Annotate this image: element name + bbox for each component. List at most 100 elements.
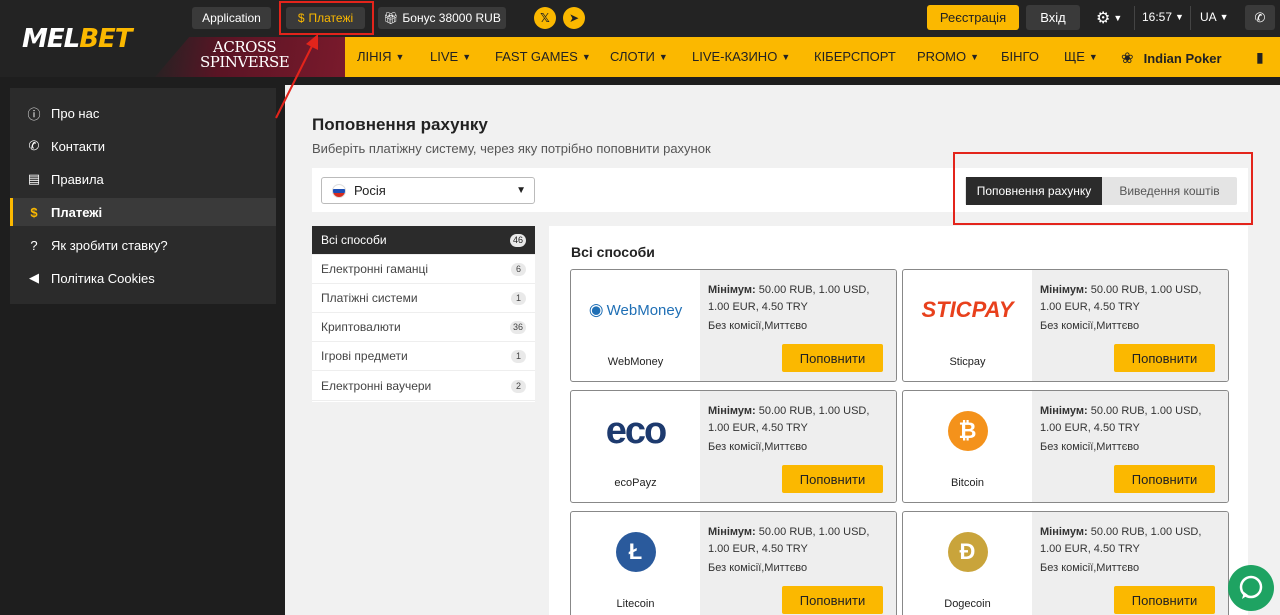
nav-label: КІБЕРСПОРТ <box>814 49 896 64</box>
document-icon: ▤ <box>27 171 41 186</box>
bonus-button[interactable]: 🎁︎ Бонус 38000 RUB <box>378 7 506 29</box>
deposit-button[interactable]: Поповнити <box>782 465 883 493</box>
method-name: ecoPayz <box>614 477 657 489</box>
method-card-webmoney[interactable]: ◉ WebMoney WebMoney Мінімум: 50.00 RUB, 1… <box>570 269 897 382</box>
category-crypto[interactable]: Криптовалюти 36 <box>312 313 535 342</box>
sidebar-item-label: Контакти <box>51 138 106 154</box>
sidebar-item-payments[interactable]: $ Платежі <box>10 198 276 226</box>
nav-item-fast-games[interactable]: FAST GAMES ▼ <box>495 49 591 64</box>
chevron-down-icon: ▼ <box>1113 13 1123 23</box>
deposit-button[interactable]: Поповнити <box>1114 586 1215 614</box>
category-e-vouchers[interactable]: Електронні ваучери 2 <box>312 372 535 401</box>
sidebar-item-label: Платежі <box>51 204 103 220</box>
method-card-dogecoin[interactable]: Ð Dogecoin Мінімум: 50.00 RUB, 1.00 USD,… <box>902 511 1229 615</box>
country-select[interactable]: Росія ▼ <box>321 177 535 204</box>
method-name: WebMoney <box>607 356 664 368</box>
chat-button[interactable] <box>1228 565 1274 611</box>
divider <box>1134 6 1135 30</box>
phone-button[interactable]: ✆ <box>1245 5 1275 30</box>
nav-item-live-casino[interactable]: LIVE-КАЗИНО ▼ <box>692 49 790 64</box>
category-payment-systems[interactable]: Платіжні системи 1 <box>312 284 535 313</box>
method-fee: Без комісії,Миттєво <box>708 562 808 574</box>
sidebar-item-cookies[interactable]: ◀ Політика Cookies <box>10 264 276 292</box>
method-card-sticpay[interactable]: STICPAY Sticpay Мінімум: 50.00 RUB, 1.00… <box>902 269 1229 382</box>
sidebar-item-rules[interactable]: ▤ Правила <box>10 165 276 193</box>
brand-logo[interactable]: MELBET <box>22 24 133 54</box>
chevron-down-icon: ▼ <box>462 51 472 62</box>
nav-item-live[interactable]: LIVE ▼ <box>430 49 471 64</box>
divider <box>1190 6 1191 30</box>
deposit-button[interactable]: Поповнити <box>782 586 883 614</box>
chat-bubble-icon <box>1239 575 1263 599</box>
deposit-button[interactable]: Поповнити <box>782 344 883 372</box>
application-button[interactable]: Application <box>192 7 271 29</box>
sidebar-item-label: Про нас <box>51 105 100 121</box>
category-e-wallets[interactable]: Електронні гаманці 6 <box>312 255 535 284</box>
logo-text: STICPAY <box>921 297 1014 322</box>
method-fee: Без комісії,Миттєво <box>1040 562 1140 574</box>
category-label: Ігрові предмети <box>321 349 408 363</box>
language-label: UA <box>1200 10 1217 24</box>
method-card-ecopayz[interactable]: eco ecoPayz Мінімум: 50.00 RUB, 1.00 USD… <box>570 390 897 503</box>
chevron-down-icon: ▼ <box>395 51 405 62</box>
nav-item-slots[interactable]: СЛОТИ ▼ <box>610 49 668 64</box>
dollar-icon: $ <box>30 204 38 220</box>
gift-icon: 🎁︎ <box>383 11 399 25</box>
method-minimum: Мінімум: 50.00 RUB, 1.00 USD, 1.00 EUR, … <box>708 403 890 437</box>
nav-item-esports[interactable]: КІБЕРСПОРТ <box>814 49 896 64</box>
nav-label: LIVE <box>430 49 459 64</box>
bitcoin-icon: ₿ <box>947 411 988 451</box>
lotus-icon: ❀ <box>1121 50 1134 67</box>
method-minimum: Мінімум: 50.00 RUB, 1.00 USD, 1.00 EUR, … <box>1040 282 1222 316</box>
chevron-down-icon: ▼ <box>1175 12 1184 22</box>
category-label: Криптовалюти <box>321 320 401 334</box>
russia-flag-icon <box>332 183 346 198</box>
sidebar-item-contacts[interactable]: ✆ Контакти <box>10 132 276 160</box>
method-card-bitcoin[interactable]: ₿ Bitcoin Мінімум: 50.00 RUB, 1.00 USD, … <box>902 390 1229 503</box>
sidebar-item-label: Як зробити ставку? <box>51 237 168 253</box>
language-selector[interactable]: UA ▼ <box>1200 10 1229 24</box>
methods-title: Всі способи <box>571 244 655 260</box>
chevron-down-icon: ▼ <box>516 185 526 196</box>
category-count: 36 <box>509 320 526 334</box>
webmoney-logo: ◉ WebMoney <box>571 280 700 340</box>
settings-icon[interactable]: ⚙ ▼ <box>1096 8 1122 28</box>
method-card-litecoin[interactable]: Ł Litecoin Мінімум: 50.00 RUB, 1.00 USD,… <box>570 511 897 615</box>
sidebar-item-about[interactable]: ⓘ Про нас <box>10 99 276 127</box>
login-button[interactable]: Вхід <box>1026 5 1080 30</box>
nav-label: LIVE-КАЗИНО <box>692 49 778 64</box>
sidebar-item-label: Правила <box>51 171 104 187</box>
dogecoin-icon: Ð <box>947 532 988 572</box>
nav-label: БІНГО <box>1001 49 1039 64</box>
x-social-icon[interactable]: 𝕏 <box>534 7 556 29</box>
litecoin-logo: Ł <box>571 522 700 582</box>
telegram-icon[interactable]: ➤ <box>563 7 585 29</box>
nav-item-more[interactable]: ЩЕ ▼ <box>1064 49 1098 64</box>
category-all[interactable]: Всі способи 46 <box>312 226 535 255</box>
category-game-items[interactable]: Ігрові предмети 1 <box>312 342 535 371</box>
nav-item-bingo[interactable]: БІНГО <box>1001 49 1039 64</box>
deposit-button[interactable]: Поповнити <box>1114 344 1215 372</box>
nav-item-line[interactable]: ЛІНІЯ ▼ <box>357 49 404 64</box>
method-fee: Без комісії,Миттєво <box>708 441 808 453</box>
register-button[interactable]: Реєстрація <box>927 5 1019 30</box>
info-icon: ⓘ <box>27 106 41 122</box>
nav-item-indian-poker[interactable]: ❀ Indian Poker <box>1121 49 1222 67</box>
min-label: Мінімум: <box>1040 405 1088 417</box>
phone-icon: ✆ <box>1254 9 1266 25</box>
time-selector[interactable]: 16:57 ▼ <box>1142 10 1184 24</box>
nav-label: Indian Poker <box>1143 50 1222 66</box>
deposit-button[interactable]: Поповнити <box>1114 465 1215 493</box>
question-icon: ? <box>30 237 38 253</box>
chevron-down-icon: ▼ <box>970 51 980 62</box>
category-count: 1 <box>511 291 526 305</box>
sidebar-item-how-to-bet[interactable]: ? Як зробити ставку? <box>10 231 276 259</box>
min-label: Мінімум: <box>708 526 756 538</box>
nav-item-promo[interactable]: PROMO ▼ <box>917 49 979 64</box>
method-minimum: Мінімум: 50.00 RUB, 1.00 USD, 1.00 EUR, … <box>1040 524 1222 558</box>
book-icon[interactable]: ▮ <box>1256 49 1264 66</box>
method-name: Dogecoin <box>944 598 991 610</box>
phone-icon: ✆ <box>28 138 40 153</box>
chevron-down-icon: ▼ <box>1219 12 1229 22</box>
category-label: Електронні ваучери <box>321 379 432 393</box>
